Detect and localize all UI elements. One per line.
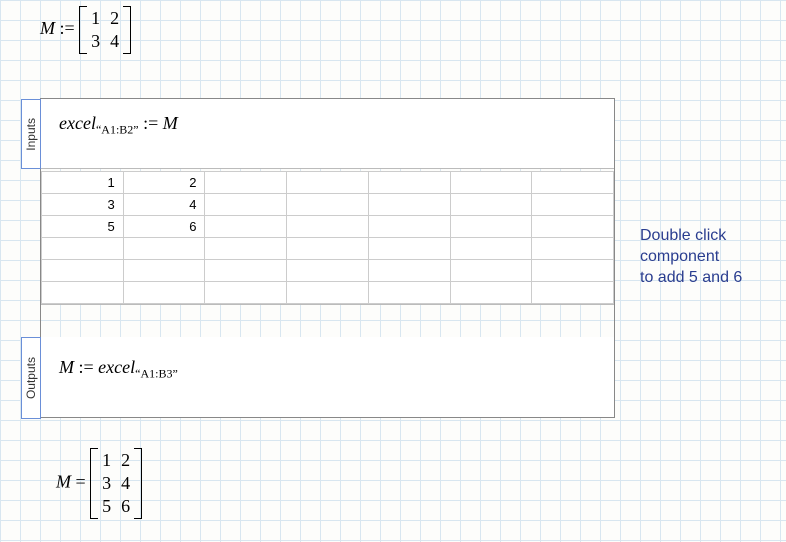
table-cell[interactable] <box>450 260 532 282</box>
table-cell[interactable] <box>287 260 369 282</box>
definition-region-top[interactable]: M := 1 2 3 4 <box>40 6 131 54</box>
table-cell[interactable] <box>368 260 450 282</box>
excel-var: excel <box>98 357 135 377</box>
table-row <box>42 260 614 282</box>
matrix-cell: 4 <box>110 31 119 52</box>
table-cell[interactable]: 6 <box>123 216 205 238</box>
matrix-cell: 2 <box>121 450 130 471</box>
outputs-tab-label: Outputs <box>24 357 38 399</box>
annotation-line: Double click <box>640 226 780 247</box>
assign-op: := <box>143 113 158 133</box>
table-cell[interactable]: 2 <box>123 172 205 194</box>
table-cell[interactable]: 4 <box>123 194 205 216</box>
table-cell[interactable] <box>123 238 205 260</box>
table-cell[interactable] <box>532 172 614 194</box>
table-cell[interactable] <box>287 194 369 216</box>
table-cell[interactable] <box>205 194 287 216</box>
table-cell[interactable] <box>123 282 205 304</box>
matrix-cell: 5 <box>102 496 111 517</box>
table-cell[interactable]: 1 <box>42 172 124 194</box>
table-cell[interactable] <box>450 194 532 216</box>
inputs-tab-label: Inputs <box>24 118 38 151</box>
table-cell[interactable] <box>123 260 205 282</box>
table-cell[interactable] <box>450 238 532 260</box>
table-cell[interactable]: 3 <box>42 194 124 216</box>
excel-range-sub: “A1:B2” <box>96 123 139 137</box>
matrix-cell: 1 <box>91 8 100 29</box>
excel-var: excel <box>59 113 96 133</box>
table-cell[interactable] <box>532 260 614 282</box>
inputs-area[interactable]: excel“A1:B2” := M <box>41 99 614 169</box>
var-m: M <box>40 18 55 38</box>
table-cell[interactable] <box>368 194 450 216</box>
table-row: 5 6 <box>42 216 614 238</box>
table-cell[interactable] <box>368 172 450 194</box>
outputs-area[interactable]: M := excel“A1:B3” <box>41 337 614 417</box>
table-cell[interactable] <box>450 172 532 194</box>
table-cell[interactable] <box>42 260 124 282</box>
excel-range-sub: “A1:B3” <box>135 367 178 381</box>
table-row: 3 4 <box>42 194 614 216</box>
table-cell[interactable] <box>42 238 124 260</box>
table-cell[interactable] <box>532 194 614 216</box>
matrix-cell: 3 <box>102 473 111 494</box>
table-cell[interactable] <box>532 216 614 238</box>
table-cell[interactable] <box>450 216 532 238</box>
table-cell[interactable]: 5 <box>42 216 124 238</box>
table-cell[interactable] <box>532 282 614 304</box>
table-cell[interactable] <box>287 238 369 260</box>
matrix-cell: 1 <box>102 450 111 471</box>
table-cell[interactable] <box>287 216 369 238</box>
table-cell[interactable] <box>368 216 450 238</box>
matrix-cell: 6 <box>121 496 130 517</box>
excel-table-area[interactable]: 1 2 3 4 5 6 <box>41 171 614 305</box>
var-m: M <box>56 472 71 492</box>
matrix-cell: 3 <box>91 31 100 52</box>
table-cell[interactable] <box>287 282 369 304</box>
assign-op: := <box>79 357 94 377</box>
table-cell[interactable] <box>450 282 532 304</box>
equals-op: = <box>76 472 86 492</box>
table-cell[interactable] <box>532 238 614 260</box>
table-cell[interactable] <box>205 238 287 260</box>
outputs-tab[interactable]: Outputs <box>21 337 41 419</box>
inputs-tab[interactable]: Inputs <box>21 99 41 169</box>
evaluation-region-bottom[interactable]: M = 1 2 3 4 5 6 <box>56 448 142 519</box>
lhs-m: M <box>59 357 74 377</box>
annotation-line: to add 5 and 6 <box>640 268 780 289</box>
table-row <box>42 282 614 304</box>
table-cell[interactable] <box>42 282 124 304</box>
matrix-3x2: 1 2 3 4 5 6 <box>90 448 142 519</box>
table-cell[interactable] <box>205 172 287 194</box>
matrix-cell: 2 <box>110 8 119 29</box>
annotation-line: component <box>640 247 780 268</box>
annotation-text: Double click component to add 5 and 6 <box>640 226 780 288</box>
table-row: 1 2 <box>42 172 614 194</box>
table-cell[interactable] <box>205 282 287 304</box>
table-cell[interactable] <box>205 260 287 282</box>
matrix-cell: 4 <box>121 473 130 494</box>
table-cell[interactable] <box>287 172 369 194</box>
table-cell[interactable] <box>368 238 450 260</box>
excel-component[interactable]: Inputs Outputs excel“A1:B2” := M 1 2 3 4 <box>40 98 615 418</box>
matrix-2x2: 1 2 3 4 <box>79 6 131 54</box>
rhs-m: M <box>163 113 178 133</box>
excel-table[interactable]: 1 2 3 4 5 6 <box>41 171 614 304</box>
table-cell[interactable] <box>368 282 450 304</box>
table-cell[interactable] <box>205 216 287 238</box>
assign-op: := <box>60 18 75 38</box>
table-row <box>42 238 614 260</box>
